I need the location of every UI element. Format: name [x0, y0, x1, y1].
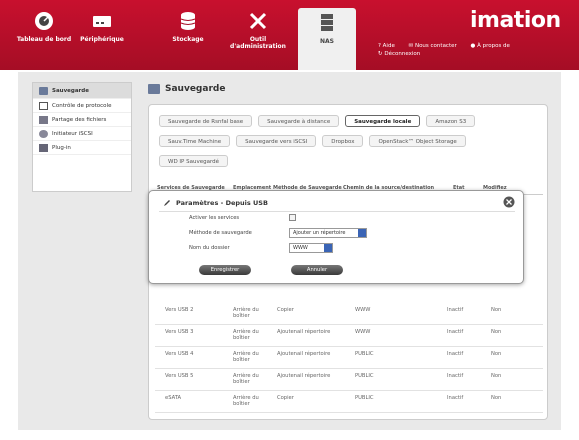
nav-peripheral-label: Périphérique — [80, 36, 124, 43]
close-icon[interactable] — [503, 196, 515, 208]
save-button[interactable]: Enregistrer — [199, 265, 251, 275]
tools-icon — [249, 12, 267, 30]
checkbox-icon — [39, 101, 48, 110]
nav-dashboard[interactable]: Tableau de bord — [16, 6, 72, 66]
iscsi-icon — [39, 129, 48, 138]
cancel-button[interactable]: Annuler — [291, 265, 343, 275]
peripheral-icon — [93, 16, 111, 27]
top-navigation-bar: Tableau de bord Périphérique Stockage Ou… — [0, 0, 579, 70]
nav-admin-tools[interactable]: Outil d'administration — [230, 6, 286, 66]
brand-logo: imation — [470, 8, 561, 33]
plugin-icon — [39, 143, 48, 152]
chevron-down-icon — [358, 229, 366, 237]
dialog-title: Paramètres - Depuis USB — [163, 199, 268, 207]
tab-amazon-s3[interactable]: Amazon S3 — [426, 115, 476, 127]
sidebar: Sauvegarde Contrôle de protocole Partage… — [32, 82, 132, 192]
folder-name-label: Nom du dossier — [189, 245, 230, 251]
backup-icon — [148, 84, 160, 94]
dialog-separator — [159, 211, 515, 212]
logout-link[interactable]: ↻ Déconnexion — [378, 51, 426, 57]
folder-name-select[interactable]: WWW — [289, 243, 333, 253]
usb-settings-dialog: Paramètres - Depuis USB Activer les serv… — [148, 190, 524, 284]
enable-services-label: Activer les services — [189, 215, 240, 221]
tab-openstack[interactable]: OpenStack™ Object Storage — [369, 135, 466, 147]
table-row[interactable]: Vers USB 3 Arrière du boîtier Ajoutenail… — [155, 325, 543, 347]
chevron-down-icon — [324, 244, 332, 252]
sidebar-item-file-sharing[interactable]: Partage des fichiers — [33, 113, 131, 127]
backup-method-label: Méthode de sauvegarde — [189, 230, 252, 236]
contact-link[interactable]: ✉ Nous contacter — [409, 43, 463, 49]
folder-share-icon — [39, 115, 48, 124]
tab-row-1: Sauvegarde de Rsnfal base Sauvegarde à d… — [159, 115, 481, 127]
tab-wd-ip-backup[interactable]: WD IP Sauvegardé — [159, 155, 228, 167]
tab-iscsi-backup[interactable]: Sauvegarde vers iSCSI — [236, 135, 317, 147]
tab-remote-backup[interactable]: Sauvegarde à distance — [258, 115, 340, 127]
sidebar-item-plugin[interactable]: Plug-in — [33, 141, 131, 155]
table-row[interactable]: Vers USB 5 Arrière du boîtier Ajoutenail… — [155, 369, 543, 391]
tab-local-base-backup[interactable]: Sauvegarde de Rsnfal base — [159, 115, 253, 127]
server-icon — [321, 14, 333, 31]
table-row[interactable]: Vers USB 2 Arrière du boîtier Copier WWW… — [155, 303, 543, 325]
about-link[interactable]: ● À propos de — [471, 43, 516, 49]
backup-method-select[interactable]: Ajouter un répertoire — [289, 228, 367, 238]
table-row[interactable]: Vers USB 4 Arrière du boîtier Ajoutenail… — [155, 347, 543, 369]
nav-nas-label: NAS — [320, 38, 334, 45]
tab-time-machine[interactable]: Sauv.Time Machine — [159, 135, 231, 147]
nav-peripheral[interactable]: Périphérique — [74, 6, 130, 66]
nav-nas[interactable]: NAS — [298, 8, 356, 70]
nav-storage[interactable]: Stockage — [160, 6, 216, 66]
database-icon — [180, 12, 196, 30]
enable-services-checkbox[interactable] — [289, 214, 296, 221]
tab-row-3: WD IP Sauvegardé — [159, 155, 234, 167]
tab-local-backup[interactable]: Sauvegarde locale — [345, 115, 421, 127]
top-links: ? Aide ✉ Nous contacter ● À propos de ↻ … — [378, 42, 522, 58]
sidebar-item-iscsi[interactable]: Initiateur iSCSI — [33, 127, 131, 141]
help-link[interactable]: ? Aide — [378, 43, 401, 49]
nav-dashboard-label: Tableau de bord — [16, 36, 72, 43]
tab-row-2: Sauv.Time Machine Sauvegarde vers iSCSI … — [159, 135, 472, 147]
sidebar-item-protocol-control[interactable]: Contrôle de protocole — [33, 99, 131, 113]
tab-dropbox[interactable]: Dropbox — [322, 135, 364, 147]
dashboard-icon — [35, 12, 53, 30]
backup-icon — [39, 86, 48, 95]
pencil-icon — [164, 200, 170, 206]
sidebar-item-backup[interactable]: Sauvegarde — [33, 83, 131, 99]
nav-admin-tools-label: Outil d'administration — [230, 36, 286, 50]
nav-storage-label: Stockage — [172, 36, 204, 43]
table-row[interactable]: eSATA Arrière du boîtier Copier PUBLIC I… — [155, 391, 543, 413]
page-title: Sauvegarde — [148, 84, 225, 94]
